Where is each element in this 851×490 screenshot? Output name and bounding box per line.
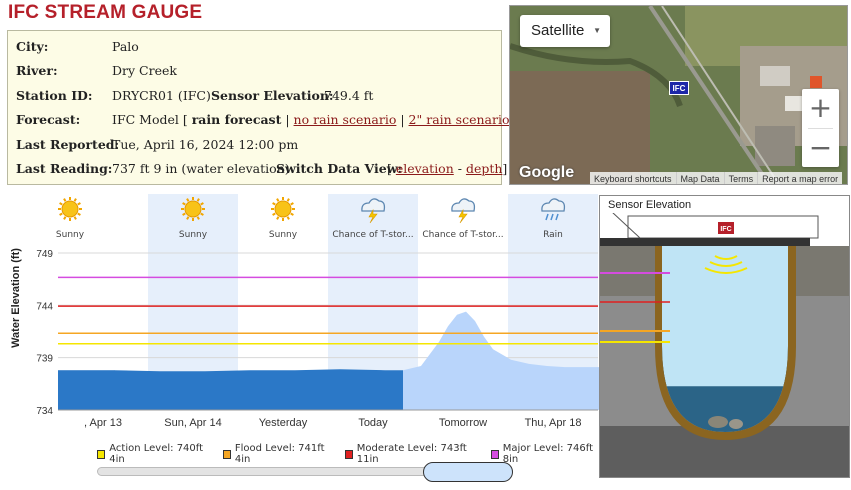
weather-label: Sunny (56, 230, 85, 240)
legend-label: Flood Level: 741ft 4in (234, 443, 325, 465)
city-value: Palo (112, 39, 139, 54)
x-tick-label: , Apr 13 (84, 417, 122, 429)
legend-swatch (490, 449, 499, 459)
bracket: ] (502, 161, 508, 176)
separator: | (396, 112, 409, 127)
map-type-label: Satellite (531, 22, 585, 39)
report-map-error-link[interactable]: Report a map error (757, 172, 842, 184)
map-type-dropdown[interactable]: Satellite ▼ (520, 15, 610, 47)
station-label: Station ID: (16, 88, 93, 103)
reported-value: Tue, April 16, 2024 12:00 pm (112, 137, 299, 152)
station-value: DRYCR01 (IFC) (112, 88, 211, 103)
reading-value: 737 ft 9 in (water elevation) (112, 161, 290, 176)
river-value: Dry Creek (112, 63, 177, 78)
river-label: River: (16, 63, 58, 78)
switch-view-label: Switch Data View: (276, 161, 403, 176)
rain-forecast-option: rain forecast (191, 112, 282, 127)
sensor-elevation-caption: Sensor Elevation (608, 199, 691, 211)
legend-action[interactable]: Action Level: 740ft 4in (97, 443, 210, 465)
weather-label: Rain (543, 230, 563, 240)
hydrograph-chart: Water Elevation (ft) 734 739 744 749, Apr 1… (0, 192, 600, 490)
station-info-panel: City: Palo River: Dry Creek Station ID: … (7, 30, 518, 185)
y-tick-label: 734 (36, 406, 53, 417)
y-tick-label: 739 (36, 354, 53, 365)
zoom-out-button[interactable]: − (802, 129, 839, 167)
legend-swatch (97, 449, 106, 459)
x-tick-label: Tomorrow (439, 417, 487, 429)
map-data-link[interactable]: Map Data (675, 172, 724, 184)
legend-label: Major Level: 746ft 8in (502, 443, 594, 465)
legend-swatch (222, 449, 231, 459)
switch-view-options: [ elevation - depth] (387, 161, 507, 176)
sensor-elevation-label: Sensor Elevation: (211, 88, 334, 103)
depth-view-link[interactable]: depth (466, 161, 502, 176)
sun-icon (58, 197, 82, 221)
legend-flood[interactable]: Flood Level: 741ft 4in (222, 443, 332, 465)
separator: | (281, 112, 294, 127)
google-logo: Google (519, 164, 575, 181)
page-title: IFC STREAM GAUGE (8, 2, 203, 23)
channel-cross-section: IFC Sensor Elevation (600, 196, 849, 477)
x-tick-label: Yesterday (259, 417, 308, 429)
caret-down-icon: ▼ (593, 26, 601, 35)
legend-major[interactable]: Major Level: 746ft 8in (490, 443, 600, 465)
x-tick-label: Today (358, 417, 388, 429)
y-tick-label: 749 (36, 249, 53, 260)
legend-label: Action Level: 740ft 4in (109, 443, 204, 465)
map-footer: Keyboard shortcuts Map Data Terms Report… (590, 172, 843, 184)
zoom-in-button[interactable]: + (802, 89, 839, 127)
forecast-model: IFC Model [ (112, 112, 188, 127)
hydrograph-svg: 734 739 744 749 , Apr 13 Sun, Apr 14 Yesterday… (36, 194, 600, 429)
chart-legend: Action Level: 740ft 4in Flood Level: 741… (97, 443, 600, 465)
x-tick-label: Sun, Apr 14 (164, 417, 222, 429)
keyboard-shortcuts-link[interactable]: Keyboard shortcuts (590, 172, 676, 184)
weather-label: Chance of T-stor... (332, 230, 413, 240)
chart-scroll-handle[interactable] (423, 462, 513, 482)
gauge-cross-section: IFC Sensor Elevation (599, 195, 850, 478)
weather-label: Sunny (269, 230, 298, 240)
sensor-logo-text: IFC (720, 226, 731, 233)
sun-icon (271, 197, 295, 221)
no-rain-scenario-link[interactable]: no rain scenario (294, 112, 397, 127)
forecast-label: Forecast: (16, 112, 81, 127)
y-tick-label: 744 (36, 301, 53, 312)
series-area-observed-start (58, 370, 115, 410)
two-inch-rain-scenario-link[interactable]: 2" rain scenario (409, 112, 510, 127)
thunderstorm-icon (451, 198, 476, 224)
city-label: City: (16, 39, 49, 54)
weather-label: Sunny (179, 230, 208, 240)
reported-label: Last Reported: (16, 137, 120, 152)
legend-swatch (344, 449, 353, 459)
bracket: [ (387, 161, 396, 176)
sensor-elevation-value: 749.4 ft (324, 88, 374, 103)
station-marker-icon[interactable]: IFC (669, 81, 689, 95)
weather-label: Chance of T-stor... (422, 230, 503, 240)
satellite-map[interactable]: IFC Satellite ▼ + − Google Keyboard short… (509, 5, 848, 185)
terms-link[interactable]: Terms (723, 172, 758, 184)
x-tick-label: Thu, Apr 18 (525, 417, 582, 429)
forecast-options: IFC Model [ rain forecast | no rain scen… (112, 112, 518, 127)
separator: - (453, 161, 466, 176)
zoom-controls: + − (802, 89, 839, 167)
chart-scrollbar[interactable] (97, 462, 513, 482)
reading-label: Last Reading: (16, 161, 113, 176)
elevation-view-link[interactable]: elevation (396, 161, 454, 176)
